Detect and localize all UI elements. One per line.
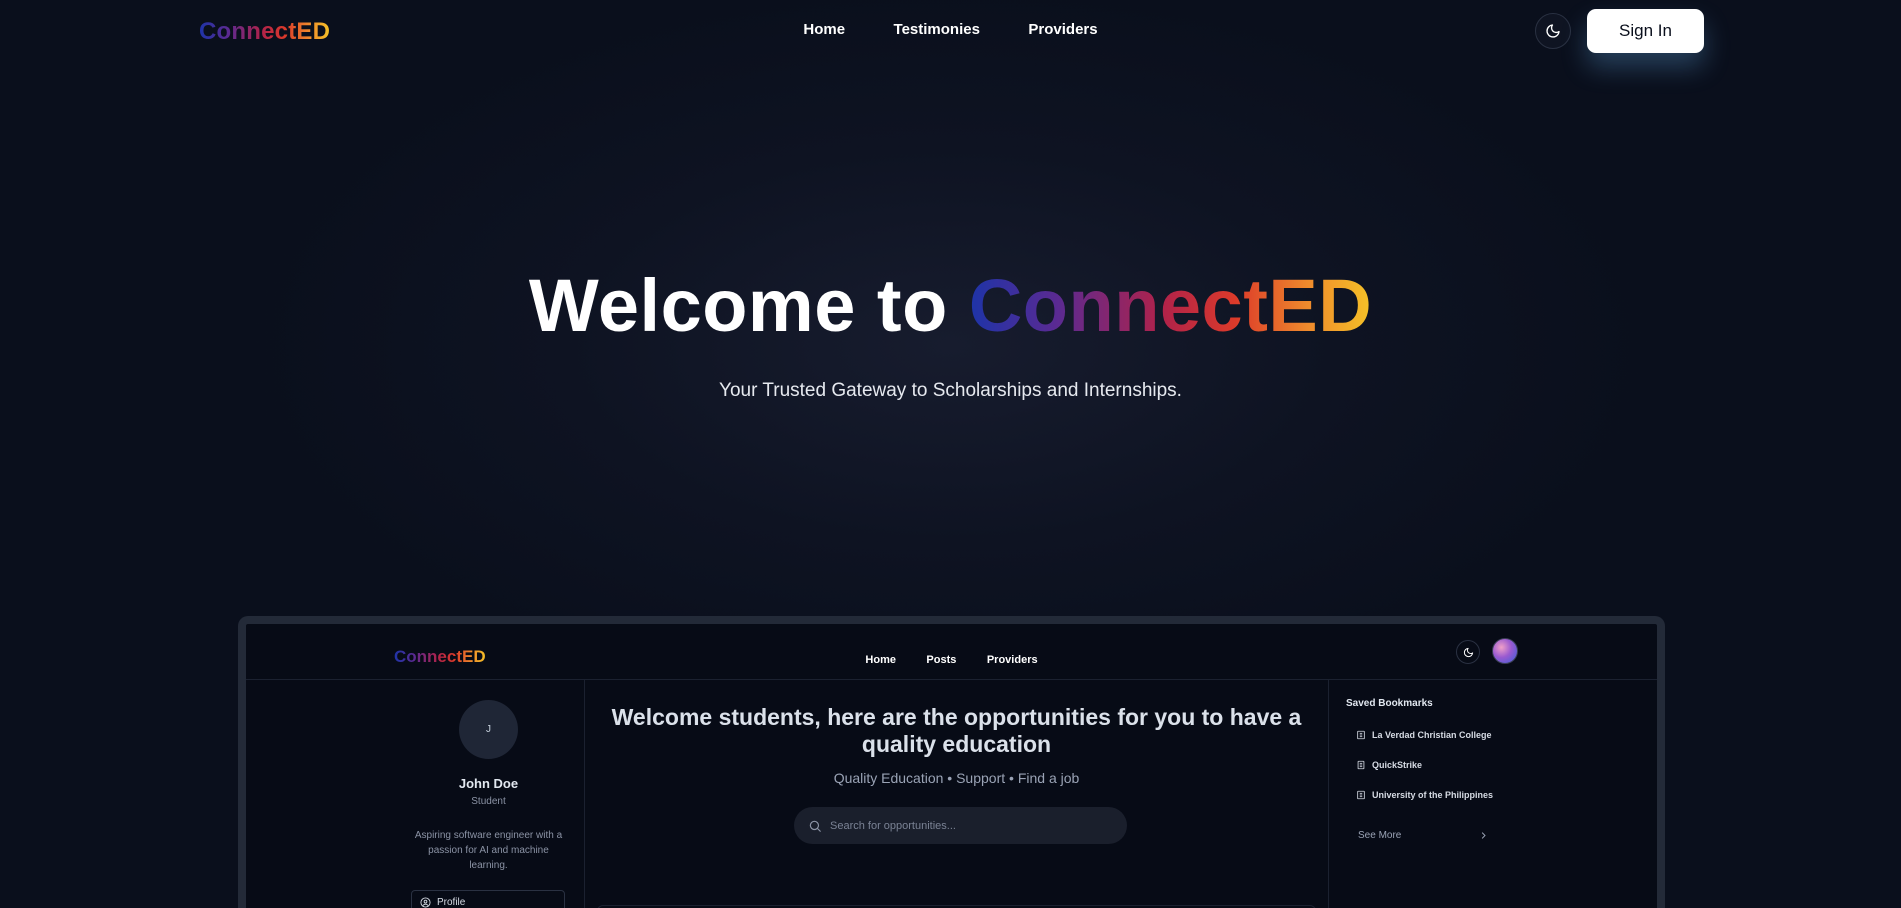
bookmark-label: QuickStrike	[1372, 760, 1423, 770]
hero-subtitle: Your Trusted Gateway to Scholarships and…	[719, 380, 1182, 401]
moon-icon	[1546, 24, 1560, 38]
nav-link-testimonies[interactable]: Testimonies	[894, 21, 980, 38]
chevron-right-icon	[1481, 832, 1486, 839]
profile-role: Student	[471, 796, 506, 807]
theme-toggle-button[interactable]	[1535, 13, 1571, 49]
bookmark-item[interactable]: University of the Philippines	[1356, 790, 1493, 800]
profile-bio: Aspiring software engineer with a passio…	[414, 830, 563, 871]
logo[interactable]: ConnectED	[199, 18, 330, 46]
bookmark-label: La Verdad Christian College	[1372, 730, 1492, 740]
bookmark-item[interactable]: La Verdad Christian College	[1356, 730, 1492, 740]
feed-title: Welcome students, here are the opportuni…	[611, 704, 1302, 757]
see-more-link[interactable]: See More	[1358, 830, 1488, 841]
preview-logo[interactable]: ConnectED	[394, 647, 486, 667]
user-circle-icon	[420, 896, 431, 908]
building-icon	[1357, 790, 1365, 800]
preview-navbar: ConnectED Home Posts Providers	[246, 624, 1657, 680]
sign-in-button[interactable]: Sign In	[1587, 9, 1704, 53]
preview-nav-providers[interactable]: Providers	[987, 654, 1038, 666]
bookmarks-title: Saved Bookmarks	[1346, 698, 1433, 709]
bookmark-label: University of the Philippines	[1372, 790, 1494, 800]
profile-avatar: J	[459, 700, 518, 759]
nav-link-home[interactable]: Home	[803, 21, 845, 38]
nav-link-providers[interactable]: Providers	[1028, 21, 1097, 38]
top-navbar: ConnectED Home Testimonies Providers Sig…	[0, 0, 1901, 62]
hero-title-prefix: Welcome to	[528, 264, 969, 347]
bookmark-item[interactable]: QuickStrike	[1356, 760, 1422, 770]
preview-theme-toggle[interactable]	[1456, 640, 1480, 664]
user-avatar[interactable]	[1492, 638, 1518, 664]
feed-subtitle: Quality Education • Support • Find a job	[833, 770, 1080, 786]
profile-button[interactable]: Profile	[411, 890, 565, 908]
search-icon	[809, 820, 821, 832]
hero-title-brand: ConnectED	[968, 264, 1373, 347]
profile-sidebar: J John Doe Student Aspiring software eng…	[246, 680, 585, 908]
profile-button-label: Profile	[437, 896, 466, 908]
moon-icon	[1463, 647, 1473, 657]
see-more-label: See More	[1358, 830, 1402, 841]
search-bar[interactable]	[794, 807, 1127, 844]
preview-nav-home[interactable]: Home	[865, 654, 896, 666]
search-input[interactable]	[830, 819, 1110, 832]
bookmarks-sidebar: Saved Bookmarks La Verdad Christian Coll…	[1328, 680, 1657, 908]
building-icon	[1357, 760, 1365, 770]
dashboard-preview: ConnectED Home Posts Providers J John Do…	[238, 616, 1665, 908]
preview-nav-posts[interactable]: Posts	[926, 654, 956, 666]
hero-title: Welcome to ConnectED	[0, 262, 1901, 350]
building-icon	[1357, 730, 1365, 740]
